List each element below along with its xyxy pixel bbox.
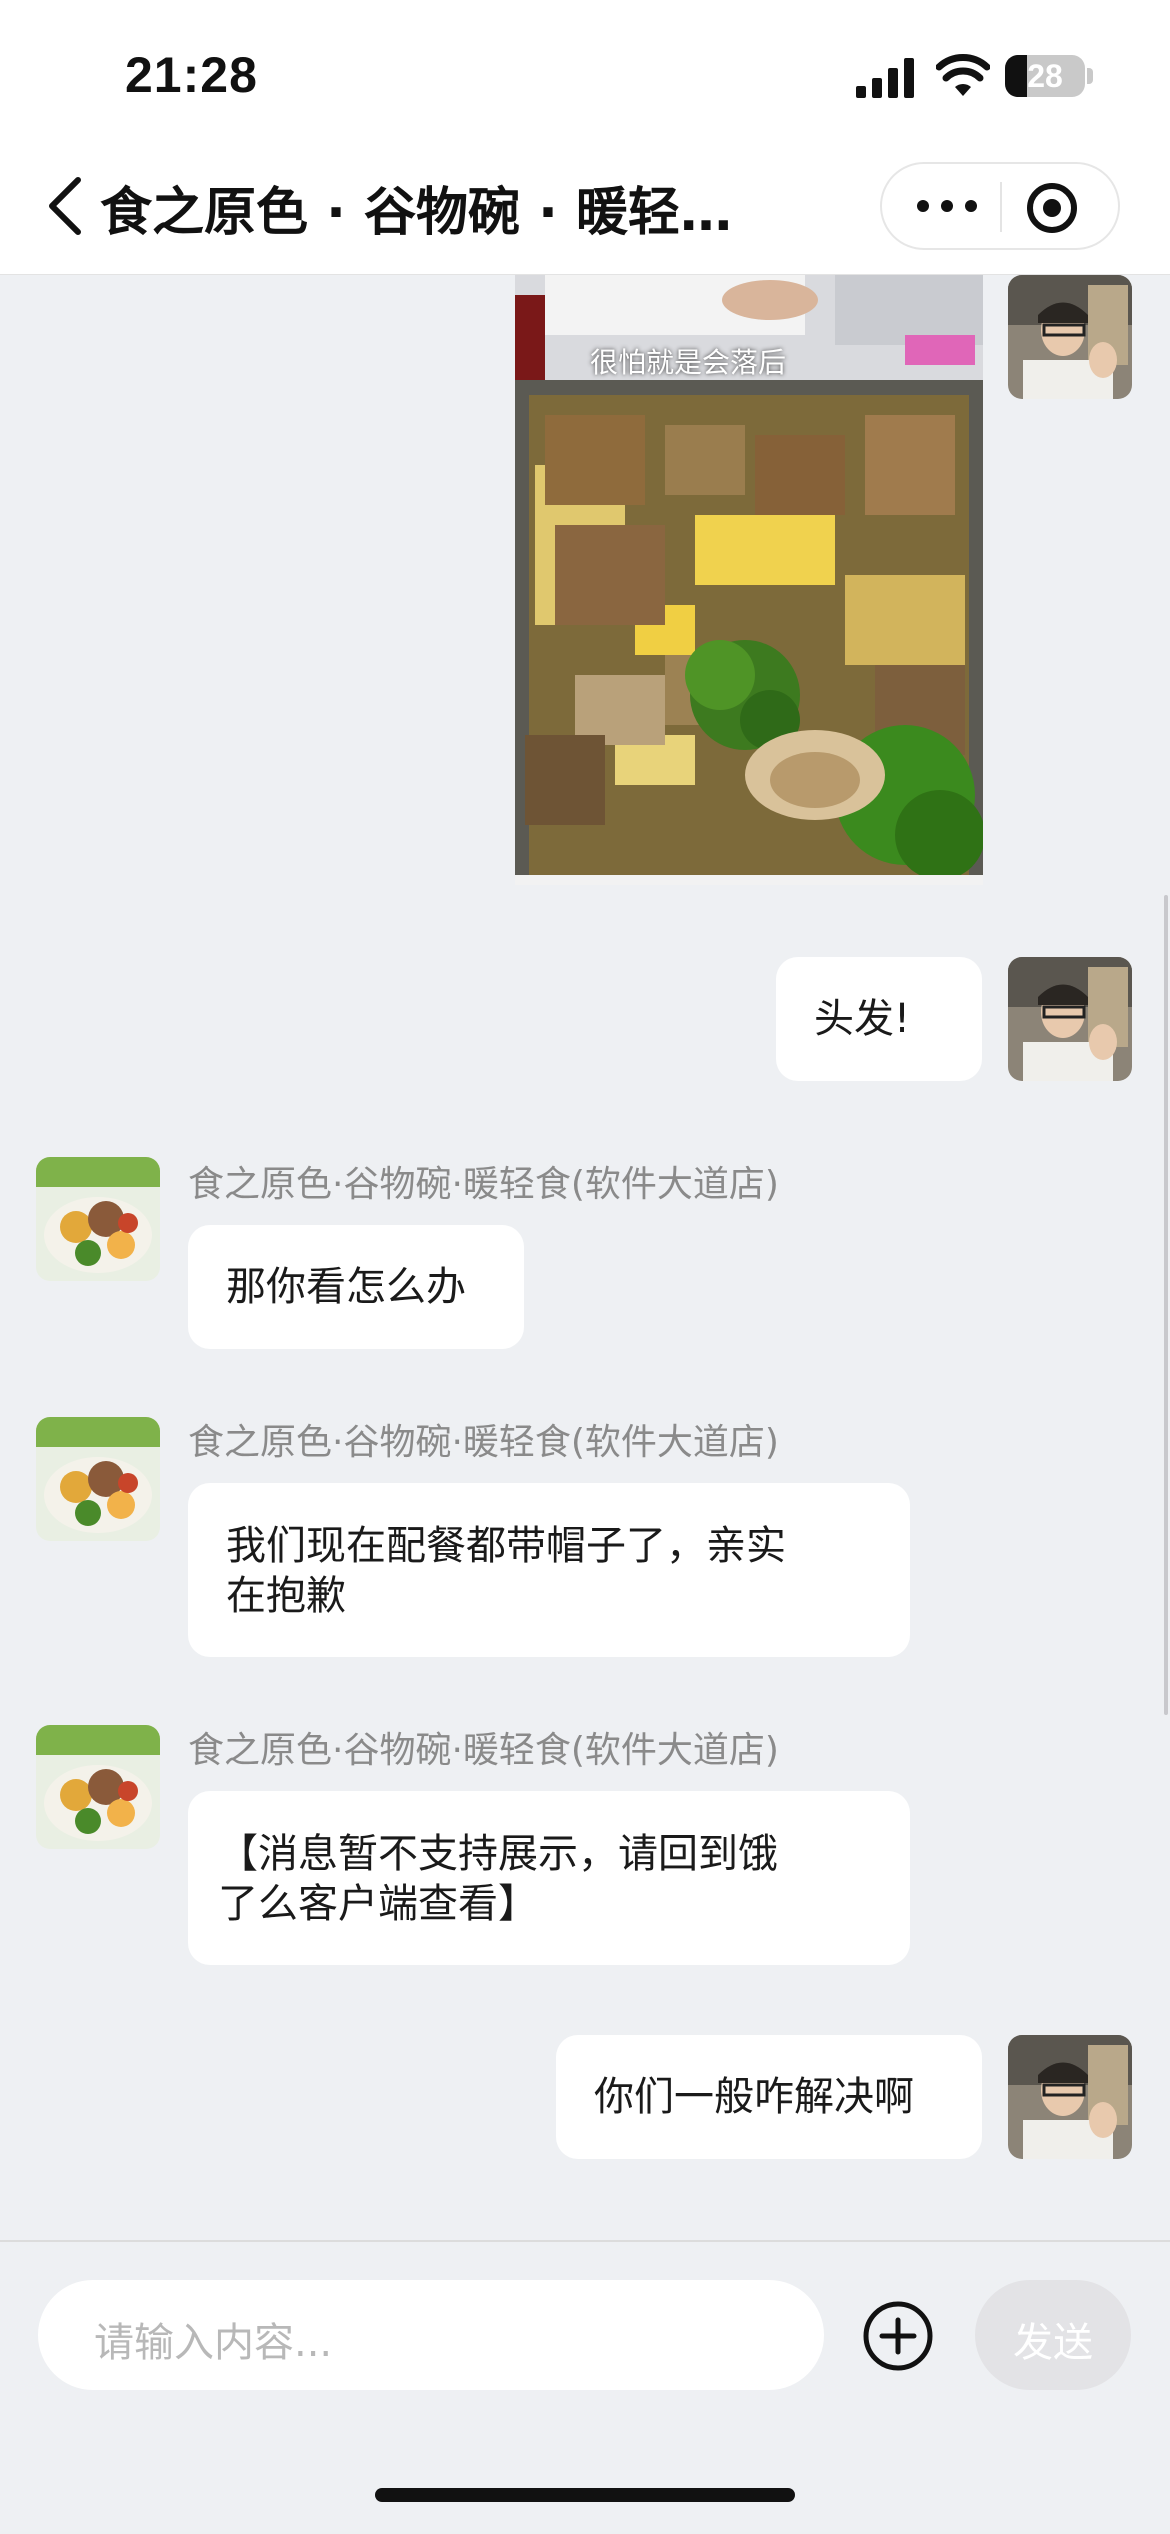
user-avatar[interactable] — [1008, 957, 1132, 1081]
miniprogram-capsule — [880, 162, 1120, 250]
battery-icon: 28 — [1005, 55, 1085, 97]
message-text-line: 了么客户端查看】 — [218, 1881, 538, 1927]
page-title: 食之原色 · 谷物碗 · 暖轻食(软件大道店) — [100, 183, 780, 243]
message-bubble[interactable]: 【消息暂不支持展示，请回到饿 了么客户端查看】 — [188, 1791, 910, 1965]
message-bubble[interactable]: 头发! — [776, 957, 982, 1081]
capsule-divider — [1000, 182, 1002, 232]
message-text-line: 在抱歉 — [226, 1573, 346, 1619]
send-button[interactable]: 发送 — [975, 2280, 1131, 2390]
message-text-line: 我们现在配餐都带帽子了，亲实 — [226, 1523, 786, 1569]
more-dots-icon[interactable] — [912, 184, 982, 228]
message-text: 那你看怎么办 — [226, 1264, 466, 1310]
user-avatar[interactable] — [1008, 2035, 1132, 2159]
status-bar: 21:28 28 — [0, 0, 1170, 140]
send-button-label: 发送 — [1013, 2320, 1093, 2366]
image-caption: 很怕就是会落后 — [590, 346, 787, 379]
user-avatar[interactable] — [1008, 275, 1132, 399]
sender-name: 食之原色·谷物碗·暖轻食(软件大道店) — [188, 1422, 779, 1463]
nav-bar: 食之原色 · 谷物碗 · 暖轻食(软件大道店) — [0, 140, 1170, 275]
back-chevron-icon[interactable] — [42, 176, 92, 236]
cellular-signal-icon — [856, 58, 914, 98]
battery-level: 28 — [1027, 58, 1063, 94]
shop-avatar[interactable] — [36, 1157, 160, 1281]
scrollbar[interactable] — [1164, 895, 1168, 1715]
message-bubble[interactable]: 你们一般咋解决啊 — [556, 2035, 982, 2159]
message-text: 你们一般咋解决啊 — [594, 2074, 914, 2120]
message-input[interactable]: 请输入内容... — [38, 2280, 824, 2390]
chat-area[interactable]: 很怕就是会落后 头发! 食之原色·谷物碗·暖轻食(软件大道店) 那你看怎么办 食… — [0, 275, 1170, 2240]
shop-avatar[interactable] — [36, 1725, 160, 1849]
battery-cap — [1087, 68, 1093, 84]
plus-circle-icon[interactable] — [862, 2300, 934, 2372]
message-bubble[interactable]: 那你看怎么办 — [188, 1225, 524, 1349]
message-bubble[interactable]: 我们现在配餐都带帽子了，亲实 在抱歉 — [188, 1483, 910, 1657]
home-indicator — [375, 2488, 795, 2502]
message-text: 头发! — [814, 996, 911, 1042]
message-text-line: 【消息暂不支持展示，请回到饿 — [218, 1831, 778, 1877]
target-circle-icon[interactable] — [1024, 180, 1080, 236]
wifi-icon — [936, 54, 990, 96]
status-time: 21:28 — [125, 47, 258, 103]
sender-name: 食之原色·谷物碗·暖轻食(软件大道店) — [188, 1730, 779, 1771]
sender-name: 食之原色·谷物碗·暖轻食(软件大道店) — [188, 1164, 779, 1205]
message-image[interactable]: 很怕就是会落后 — [515, 275, 983, 885]
shop-avatar[interactable] — [36, 1417, 160, 1541]
input-placeholder: 请输入内容... — [94, 2320, 333, 2366]
